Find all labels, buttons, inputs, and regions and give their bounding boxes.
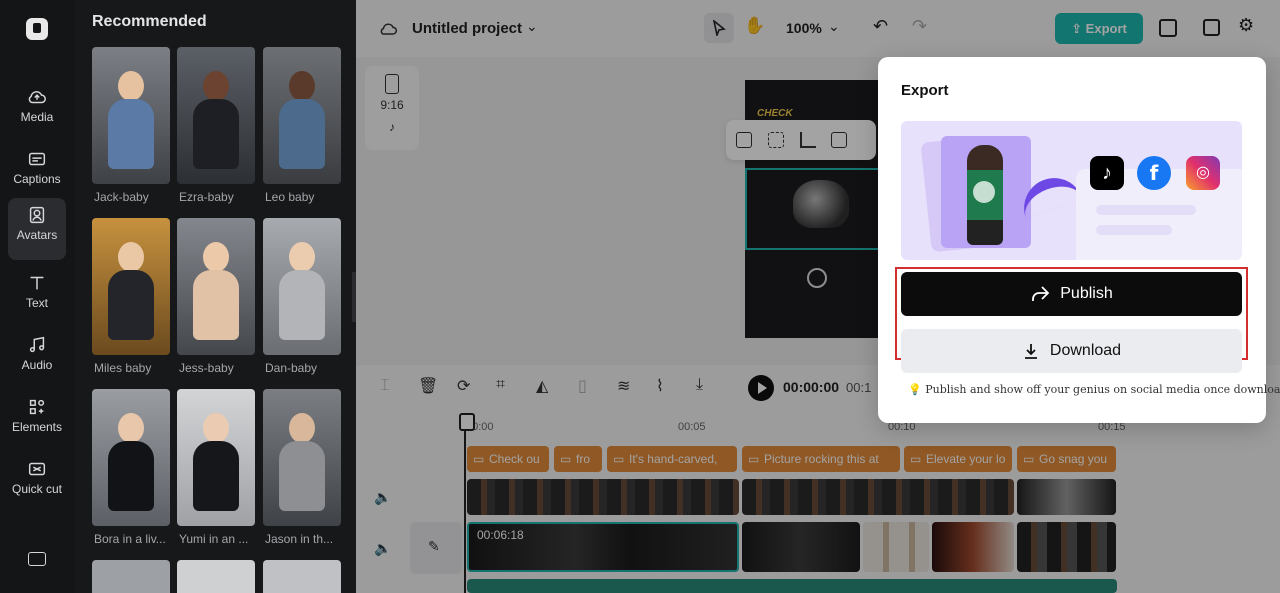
avatar-card-jason[interactable] (263, 389, 341, 526)
avatar-panel: Recommended Jack-baby Ezra-baby Leo baby… (75, 0, 356, 593)
export-illustration: ♪ f ◎ (901, 121, 1242, 260)
quick-cut-icon (28, 462, 46, 476)
rail-item-elements[interactable]: Elements (8, 390, 66, 448)
rail-item-audio[interactable]: Audio (8, 328, 66, 386)
avatar-name: Yumi in an ... (179, 532, 249, 546)
avatar-name: Bora in a liv... (94, 532, 166, 546)
download-button[interactable]: Download (901, 329, 1242, 373)
avatar-card-miles-baby[interactable] (92, 218, 170, 355)
captions-icon (28, 152, 46, 166)
rail-item-quick-cut[interactable]: Quick cut (8, 452, 66, 514)
panel-title: Recommended (92, 13, 207, 30)
export-dialog: Export ♪ f ◎ Publish Download 💡 Publish … (878, 57, 1280, 423)
tiktok-icon: ♪ (1090, 156, 1124, 190)
publish-button[interactable]: Publish (901, 272, 1242, 316)
rail-item-captions[interactable]: Captions (8, 142, 66, 200)
avatar-card-jack-baby[interactable] (92, 47, 170, 184)
avatar-card-jess-baby[interactable] (177, 218, 255, 355)
avatar-card-ezra-baby[interactable] (177, 47, 255, 184)
rail-label: Avatars (16, 228, 58, 242)
avatar-card-bora[interactable] (92, 389, 170, 526)
hint-text: Publish and show off your genius on soci… (925, 383, 1280, 396)
avatar-icon (29, 206, 45, 224)
avatar-name: Jason in th... (265, 532, 334, 546)
lightbulb-icon: 💡 (908, 383, 922, 396)
keyboard-icon[interactable] (28, 552, 46, 566)
avatar-name: Ezra-baby (179, 190, 234, 204)
download-icon (1024, 344, 1037, 359)
left-rail: Media Captions Avatars Text Audio Elemen… (0, 0, 75, 593)
cloud-upload-icon (28, 91, 46, 104)
play-overlay-icon (973, 181, 995, 203)
avatar-card-dan-baby[interactable] (263, 218, 341, 355)
rail-label: Text (25, 296, 48, 310)
elements-icon (29, 399, 45, 415)
rail-item-media[interactable]: Media (8, 80, 66, 138)
avatar-card[interactable] (92, 560, 170, 593)
rail-label: Elements (11, 420, 63, 434)
text-icon (30, 276, 44, 290)
avatar-name: Jess-baby (179, 361, 234, 375)
avatar-name: Jack-baby (94, 190, 149, 204)
rail-item-text[interactable]: Text (8, 266, 66, 324)
instagram-icon: ◎ (1186, 156, 1220, 190)
avatar-card-yumi[interactable] (177, 389, 255, 526)
share-arrow-icon (1032, 286, 1050, 301)
rail-label: Captions (13, 172, 61, 186)
app-logo (26, 18, 48, 40)
avatar-name: Miles baby (94, 361, 152, 375)
facebook-icon: f (1137, 156, 1171, 190)
rail-label: Quick cut (11, 482, 62, 496)
publish-label: Publish (1060, 285, 1113, 302)
download-label: Download (1049, 342, 1122, 359)
avatar-card[interactable] (177, 560, 255, 593)
rail-item-avatars[interactable]: Avatars (8, 198, 66, 260)
avatar-name: Dan-baby (265, 361, 318, 375)
export-hint: 💡 Publish and show off your genius on so… (908, 383, 1280, 396)
dialog-title: Export (901, 82, 949, 99)
avatar-card-leo-baby[interactable] (263, 47, 341, 184)
avatar-card[interactable] (263, 560, 341, 593)
music-note-icon (29, 336, 45, 353)
avatar-name: Leo baby (265, 190, 315, 204)
rail-label: Media (20, 110, 54, 124)
rail-label: Audio (21, 358, 53, 372)
